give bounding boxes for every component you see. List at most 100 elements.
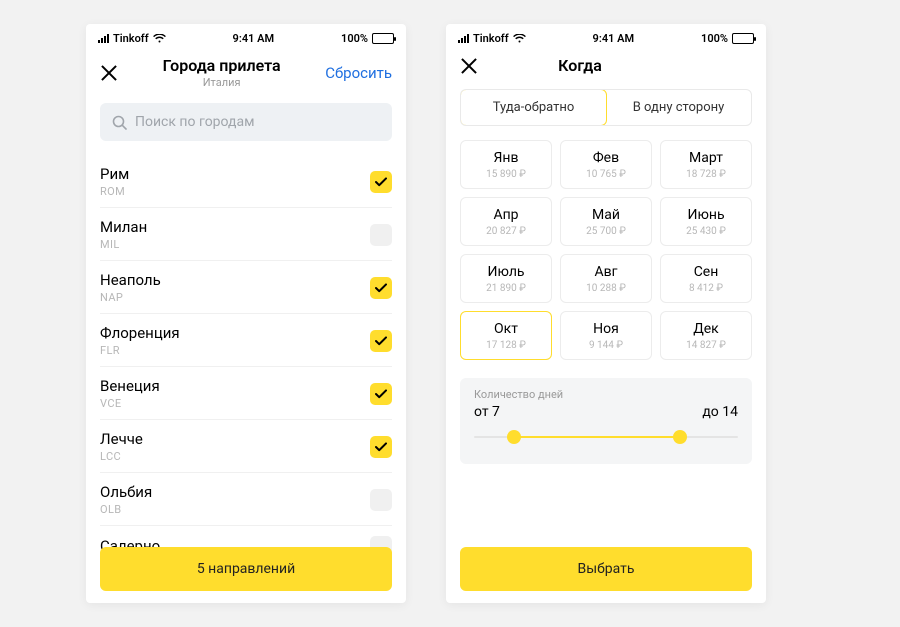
month-name: Дек [661,321,751,337]
month-name: Ноя [561,321,651,337]
month-price: 25 430 ₽ [661,226,751,237]
city-code: OLB [100,503,152,516]
city-name: Флоренция [100,324,180,342]
month-cell[interactable]: Сен8 412 ₽ [660,254,752,303]
city-name: Неаполь [100,271,161,289]
city-row[interactable]: Венеция VCE [100,367,392,420]
month-name: Апр [461,207,551,223]
city-row[interactable]: ЛеччеLCC [100,420,392,473]
city-name: Ольбия [100,483,152,501]
month-cell[interactable]: Янв 15 890 ₽ [460,140,552,189]
month-price: 10 765 ₽ [561,169,651,180]
month-price: 10 288 ₽ [561,283,651,294]
battery-percent: 100% [701,32,728,45]
city-row[interactable]: Милан MIL [100,208,392,261]
city-row[interactable]: Ольбия OLB [100,473,392,526]
city-checkbox[interactable] [370,383,392,405]
month-price: 17 128 ₽ [461,340,551,351]
city-checkbox[interactable] [370,171,392,193]
month-name: Июль [461,264,551,280]
trip-type-segment: Туда-обратноВ одну сторону [460,89,752,126]
slider-to-value: до 14 [702,404,738,420]
slider-from-value: от 7 [474,404,500,420]
segment-roundtrip[interactable]: Туда-обратно [460,89,607,126]
month-cell[interactable]: Июль 21 890 ₽ [460,254,552,303]
signal-bars-icon [98,34,109,43]
phone-when: Tinkoff 9:41 AM 100% Когда Туда-обратноВ… [446,24,766,603]
status-bar: Tinkoff 9:41 AM 100% [86,28,406,48]
month-price: 25 700 ₽ [561,226,651,237]
search-box[interactable] [100,103,392,141]
month-price: 21 890 ₽ [461,283,551,294]
page-subtitle: Италия [118,76,325,89]
month-cell[interactable]: Окт 17 128 ₽ [460,311,552,360]
month-cell[interactable]: Июнь 25 430 ₽ [660,197,752,246]
wifi-icon [513,34,526,43]
month-cell[interactable]: Авг10 288 ₽ [560,254,652,303]
month-grid: Янв 15 890 ₽ Фев10 765 ₽Март18 728 ₽ Апр 20 … [460,140,752,360]
city-code: MIL [100,238,147,251]
month-price: 14 827 ₽ [661,340,751,351]
close-icon[interactable] [100,64,118,82]
month-cell[interactable]: Дек 14 827 ₽ [660,311,752,360]
carrier-label: Tinkoff [473,32,509,45]
month-price: 8 412 ₽ [661,283,751,294]
month-name: Янв [461,150,551,166]
select-button[interactable]: Выбрать [460,547,752,591]
month-name: Март [661,150,751,166]
slider-label: Количество дней [474,388,738,401]
close-icon[interactable] [460,57,478,75]
city-name: Милан [100,218,147,236]
month-name: Май [561,207,651,223]
city-code: ROM [100,185,129,198]
city-checkbox[interactable] [370,489,392,511]
navbar: Города прилета Италия Сбросить [86,48,406,95]
page-title: Когда [478,56,682,75]
month-cell[interactable]: Фев10 765 ₽ [560,140,652,189]
month-price: 20 827 ₽ [461,226,551,237]
month-cell[interactable]: Май 25 700 ₽ [560,197,652,246]
battery-percent: 100% [341,32,368,45]
status-time: 9:41 AM [593,32,635,45]
status-bar: Tinkoff 9:41 AM 100% [446,28,766,48]
slider-track[interactable] [474,430,738,444]
segment-oneway[interactable]: В одну сторону [606,90,751,125]
reset-button[interactable]: Сбросить [325,64,392,82]
search-icon [112,115,127,130]
city-row[interactable]: Флоренция FLR [100,314,392,367]
month-price: 15 890 ₽ [461,169,551,180]
city-checkbox[interactable] [370,436,392,458]
city-checkbox[interactable] [370,277,392,299]
city-row[interactable]: Рим ROM [100,155,392,208]
status-time: 9:41 AM [233,32,275,45]
navbar: Когда [446,48,766,81]
city-checkbox[interactable] [370,224,392,246]
city-name: Рим [100,165,129,183]
month-cell[interactable]: Апр 20 827 ₽ [460,197,552,246]
wifi-icon [153,34,166,43]
battery-icon [372,33,394,44]
month-cell[interactable]: Март18 728 ₽ [660,140,752,189]
phone-cities: Tinkoff 9:41 AM 100% Города прилета Итал… [86,24,406,603]
search-input[interactable] [135,114,380,130]
city-code: FLR [100,344,180,357]
days-slider-box: Количество дней от 7 до 14 [460,378,752,464]
battery-icon [732,33,754,44]
month-price: 9 144 ₽ [561,340,651,351]
page-title: Города прилета [118,56,325,75]
city-checkbox[interactable] [370,330,392,352]
city-name: Венеция [100,377,160,395]
slider-thumb-from[interactable] [507,430,521,444]
city-code: VCE [100,397,160,410]
apply-button[interactable]: 5 направлений [100,547,392,591]
city-code: LCC [100,450,143,463]
city-row[interactable]: Неаполь NAP [100,261,392,314]
city-code: NAP [100,291,161,304]
carrier-label: Tinkoff [113,32,149,45]
month-cell[interactable]: Ноя 9 144 ₽ [560,311,652,360]
signal-bars-icon [458,34,469,43]
slider-thumb-to[interactable] [673,430,687,444]
month-name: Окт [461,321,551,337]
month-name: Июнь [661,207,751,223]
city-list: Рим ROM Милан MIL Неаполь NAP Флоренция FLR Вене… [100,155,392,603]
